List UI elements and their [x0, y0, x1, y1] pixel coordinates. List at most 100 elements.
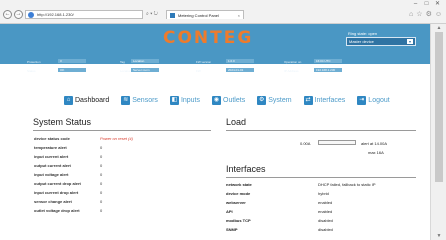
status-value: 0	[100, 172, 103, 177]
load-max: max 16A	[368, 150, 384, 155]
interface-key: webserver	[226, 200, 246, 205]
status-value: 0	[100, 145, 103, 150]
address-bar[interactable]: http://192.168.1.230/	[25, 10, 143, 19]
status-key: input current drop alert	[34, 190, 79, 195]
status-key: input voltage alert	[34, 172, 69, 177]
master-device-select[interactable]: Master device ▾	[346, 37, 416, 46]
info-label: Protection	[27, 60, 41, 64]
nav-dashboard[interactable]: ⌂ Dashboard	[64, 96, 109, 105]
browser-tab[interactable]: Metering Control Panel ×	[166, 10, 244, 19]
nav-inputs[interactable]: ◧ Inputs	[169, 96, 201, 105]
chevron-down-icon: ▾	[407, 39, 413, 44]
search-refresh-icons[interactable]: ⌕ ▾ ↻	[146, 11, 158, 17]
interface-value: DHCP failed, fallback to static IP	[318, 182, 376, 187]
page-scrollbar[interactable]: ▲ ▼	[430, 24, 446, 240]
nav-interfaces[interactable]: ⇄ Interfaces	[303, 96, 346, 105]
scroll-up-icon[interactable]: ▲	[435, 25, 443, 31]
interface-key: device mode	[226, 191, 251, 196]
load-title: Load	[226, 117, 247, 127]
nav-label: Outlets	[223, 97, 246, 104]
close-icon[interactable]: ✕	[432, 1, 443, 8]
status-value: 0	[100, 154, 103, 159]
smiley-feedback-icon[interactable]: ☺	[435, 11, 442, 18]
interface-row: SNMP disabled	[226, 225, 416, 233]
interface-value: disabled	[318, 227, 333, 232]
nav-outlets[interactable]: ◉ Outlets	[212, 96, 245, 105]
info-value: Server room	[131, 68, 159, 72]
load-value: 0.00A	[300, 141, 311, 146]
nav-logout[interactable]: ⇥ Logout	[357, 96, 390, 105]
ring-state-label: Ring state: open	[348, 31, 378, 36]
load-alert-threshold: alert at 14.00A	[361, 141, 388, 146]
info-label: Tag	[120, 60, 125, 64]
section-divider	[226, 130, 416, 131]
interface-row: device mode hybrid	[226, 189, 416, 197]
info-label: FW version	[196, 60, 212, 64]
nav-label: Sensors	[132, 97, 158, 104]
status-key: output current drop alert	[34, 181, 81, 186]
system-status-title: System Status	[33, 117, 92, 127]
status-value: 0	[100, 163, 103, 168]
status-key: sensor change alert	[34, 199, 72, 204]
section-divider	[33, 130, 211, 131]
url-text: http://192.168.1.230/	[37, 12, 74, 17]
status-key: output current alert	[34, 163, 71, 168]
info-value: 1.0.0	[226, 59, 254, 63]
forward-button[interactable]: →	[14, 10, 23, 19]
conteg-logo: CONTEG	[163, 28, 254, 48]
interface-key: modbus TCP	[226, 218, 251, 223]
status-value: 0	[100, 208, 103, 213]
info-label: FW	[196, 69, 201, 73]
favorites-star-icon[interactable]: ☆	[416, 11, 422, 18]
back-button[interactable]: ←	[3, 10, 12, 19]
interface-key: API	[226, 209, 233, 214]
nav-sensors[interactable]: ≋ Sensors	[121, 96, 158, 105]
minimize-icon[interactable]: –	[410, 1, 421, 8]
info-value: 16:04 UTC	[314, 59, 342, 63]
browser-icon	[28, 11, 34, 18]
status-value: Power on reset (4)	[100, 136, 133, 141]
scroll-thumb[interactable]	[435, 32, 443, 182]
interface-value: disabled	[318, 218, 333, 223]
load-progress-bar	[318, 140, 356, 145]
status-value: 0	[100, 199, 103, 204]
master-device-value: Master device	[349, 39, 374, 44]
interface-value: hybrid	[318, 191, 329, 196]
info-label: IP Address	[284, 69, 299, 73]
nav-label: Interfaces	[314, 97, 346, 104]
interface-row: API enabled	[226, 207, 416, 215]
interface-value: enabled	[318, 200, 333, 205]
info-value: Location	[131, 59, 159, 63]
nav-system[interactable]: ⚙ System	[257, 96, 292, 105]
gear-icon: ⚙	[257, 96, 267, 105]
interface-value: enabled	[318, 209, 333, 214]
interface-key: SNMP	[226, 227, 238, 232]
nav-label: Inputs	[180, 97, 201, 104]
home-icon[interactable]: ⌂	[409, 11, 413, 18]
status-value: 0	[100, 190, 103, 195]
browser-toolbar-icons: ⌂ ☆ ⚙ ☺	[409, 11, 442, 18]
maximize-icon[interactable]: □	[421, 1, 432, 8]
logout-icon: ⇥	[357, 96, 367, 105]
outlet-icon: ◉	[212, 96, 222, 105]
info-label: Operation on	[284, 60, 302, 64]
section-divider	[226, 177, 416, 178]
browser-chrome: – □ ✕ ← → http://192.168.1.230/ ⌕ ▾ ↻ Me…	[0, 0, 446, 24]
settings-gear-icon[interactable]: ⚙	[426, 11, 432, 18]
status-key: device status code	[34, 136, 70, 141]
sensor-icon: ≋	[121, 96, 131, 105]
status-row: outlet voltage drop alert 0	[34, 205, 210, 215]
nav-label: Logout	[368, 97, 390, 104]
interface-row: webserver enabled	[226, 198, 416, 206]
home-icon: ⌂	[64, 96, 73, 105]
main-nav: ⌂ Dashboard ≋ Sensors ◧ Inputs ◉ Outlets…	[64, 96, 390, 105]
interface-key: network state	[226, 182, 252, 187]
status-value: 0	[100, 181, 103, 186]
tab-title: Metering Control Panel	[178, 12, 219, 18]
network-icon: ⇄	[303, 96, 313, 105]
info-value: 3	[58, 59, 86, 63]
tab-close-icon[interactable]: ×	[238, 13, 240, 18]
scroll-down-icon[interactable]: ▼	[435, 233, 443, 239]
info-label: Status	[27, 69, 36, 73]
interface-row: network state DHCP failed, fallback to s…	[226, 180, 416, 188]
